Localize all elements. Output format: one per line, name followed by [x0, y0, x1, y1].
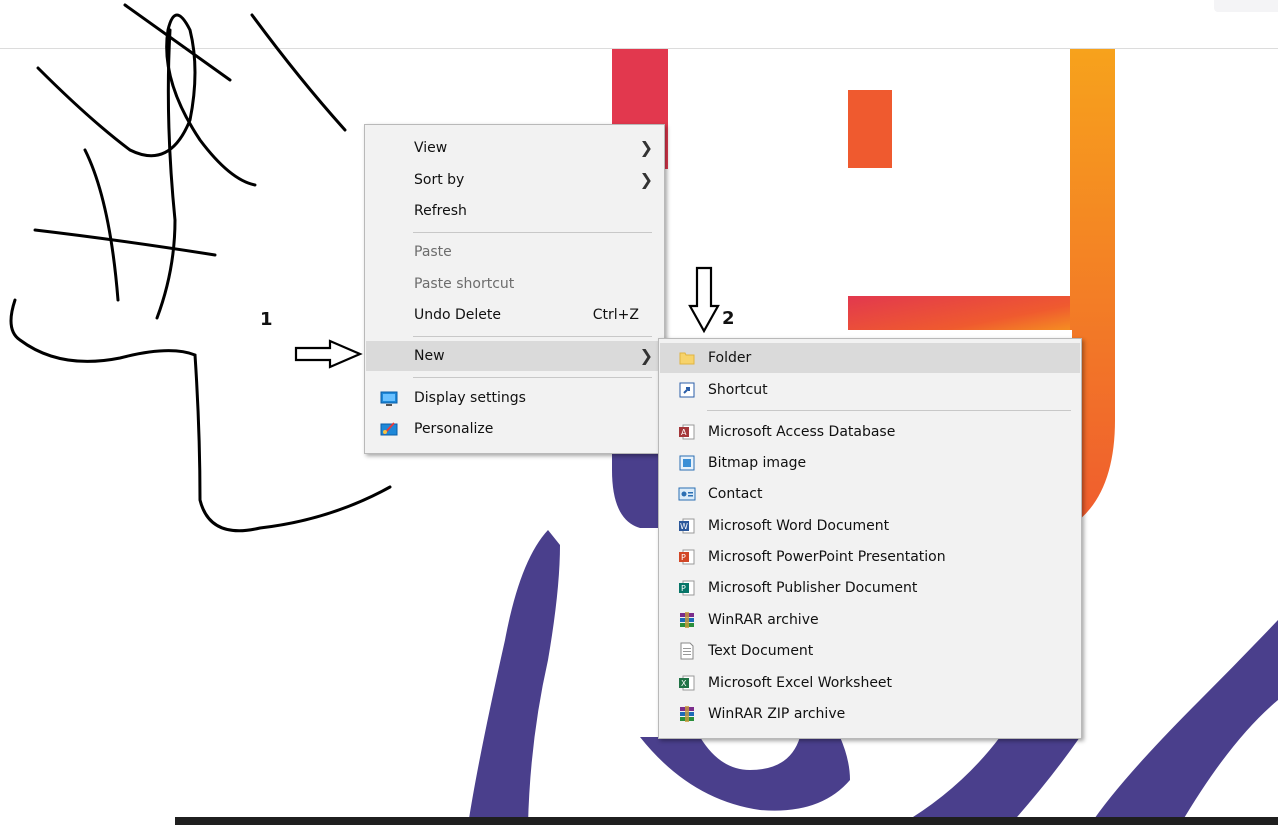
display-icon	[380, 391, 398, 406]
submenu-item-label: Microsoft Word Document	[708, 518, 890, 534]
menu-item-paste: Paste	[366, 237, 663, 267]
submenu-item-label: Contact	[708, 486, 763, 502]
svg-text:P: P	[681, 553, 686, 562]
menu-separator	[413, 336, 652, 337]
svg-text:P: P	[681, 584, 686, 593]
menu-item-personalize[interactable]: Personalize	[366, 414, 663, 444]
submenu-item-label: Microsoft Excel Worksheet	[708, 675, 893, 691]
step-number-1: 1	[260, 309, 273, 330]
submenu-item-label: Text Document	[708, 643, 814, 659]
menu-item-label: Undo Delete	[414, 307, 502, 323]
chevron-right-icon: ❯	[639, 170, 653, 189]
chevron-right-icon: ❯	[639, 138, 653, 157]
step-number-2: 2	[722, 308, 735, 329]
svg-text:X: X	[681, 679, 687, 688]
submenu-item-label: Bitmap image	[708, 455, 807, 471]
menu-item-new[interactable]: New ❯	[366, 341, 663, 371]
menu-item-label: Sort by	[414, 172, 465, 188]
submenu-item-shortcut[interactable]: Shortcut	[660, 375, 1080, 405]
arrow-right-icon	[294, 339, 363, 369]
menu-separator	[707, 410, 1071, 411]
submenu-item-access[interactable]: A Microsoft Access Database	[660, 417, 1080, 447]
menu-item-label: Personalize	[414, 421, 494, 437]
menu-item-sort-by[interactable]: Sort by ❯	[366, 165, 663, 195]
winrar-icon	[680, 612, 694, 628]
word-icon: W	[679, 518, 695, 534]
chevron-right-icon: ❯	[639, 346, 653, 365]
menu-item-undo-delete[interactable]: Undo Delete Ctrl+Z	[366, 300, 663, 330]
excel-icon: X	[679, 675, 695, 691]
personalize-icon	[380, 422, 398, 436]
submenu-item-label: Folder	[708, 350, 752, 366]
submenu-item-label: WinRAR archive	[708, 612, 819, 628]
shortcut-icon	[679, 382, 695, 398]
submenu-item-label: WinRAR ZIP archive	[708, 706, 846, 722]
submenu-item-label: Microsoft Publisher Document	[708, 580, 918, 596]
svg-text:A: A	[681, 428, 687, 437]
submenu-item-contact[interactable]: Contact	[660, 479, 1080, 509]
menu-separator	[413, 232, 652, 233]
menu-item-label: Display settings	[414, 390, 526, 406]
submenu-item-publisher[interactable]: P Microsoft Publisher Document	[660, 573, 1080, 603]
submenu-item-excel[interactable]: X Microsoft Excel Worksheet	[660, 668, 1080, 698]
menu-item-paste-shortcut: Paste shortcut	[366, 269, 663, 299]
access-icon: A	[679, 424, 695, 440]
menu-item-label: New	[414, 348, 445, 364]
menu-item-view[interactable]: View ❯	[366, 133, 663, 163]
new-submenu: Folder Shortcut A Microsoft Access Datab…	[658, 338, 1082, 739]
text-document-icon	[680, 642, 694, 660]
submenu-item-label: Microsoft PowerPoint Presentation	[708, 549, 946, 565]
submenu-item-label: Microsoft Access Database	[708, 424, 896, 440]
svg-text:W: W	[680, 522, 688, 531]
desktop-context-menu: View ❯ Sort by ❯ Refresh Paste Paste sho…	[364, 124, 665, 454]
menu-separator	[413, 377, 652, 378]
submenu-item-bitmap[interactable]: Bitmap image	[660, 448, 1080, 478]
menu-item-label: View	[414, 140, 448, 156]
submenu-item-powerpoint[interactable]: P Microsoft PowerPoint Presentation	[660, 542, 1080, 572]
menu-item-display-settings[interactable]: Display settings	[366, 383, 663, 413]
submenu-item-folder[interactable]: Folder	[660, 343, 1080, 373]
menu-item-label: Paste shortcut	[414, 276, 515, 292]
powerpoint-icon: P	[679, 549, 695, 565]
folder-icon	[679, 352, 695, 365]
submenu-item-text-document[interactable]: Text Document	[660, 636, 1080, 666]
submenu-item-label: Shortcut	[708, 382, 768, 398]
bitmap-icon	[679, 455, 695, 471]
submenu-item-winrar-zip[interactable]: WinRAR ZIP archive	[660, 699, 1080, 729]
submenu-item-word[interactable]: W Microsoft Word Document	[660, 511, 1080, 541]
submenu-item-winrar[interactable]: WinRAR archive	[660, 605, 1080, 635]
contact-icon	[678, 487, 696, 501]
menu-item-label: Paste	[414, 244, 452, 260]
arrow-down-icon	[688, 266, 720, 334]
menu-item-refresh[interactable]: Refresh	[366, 196, 663, 226]
publisher-icon: P	[679, 580, 695, 596]
shortcut-label: Ctrl+Z	[592, 307, 639, 323]
menu-item-label: Refresh	[414, 203, 467, 219]
winrar-zip-icon	[680, 706, 694, 722]
